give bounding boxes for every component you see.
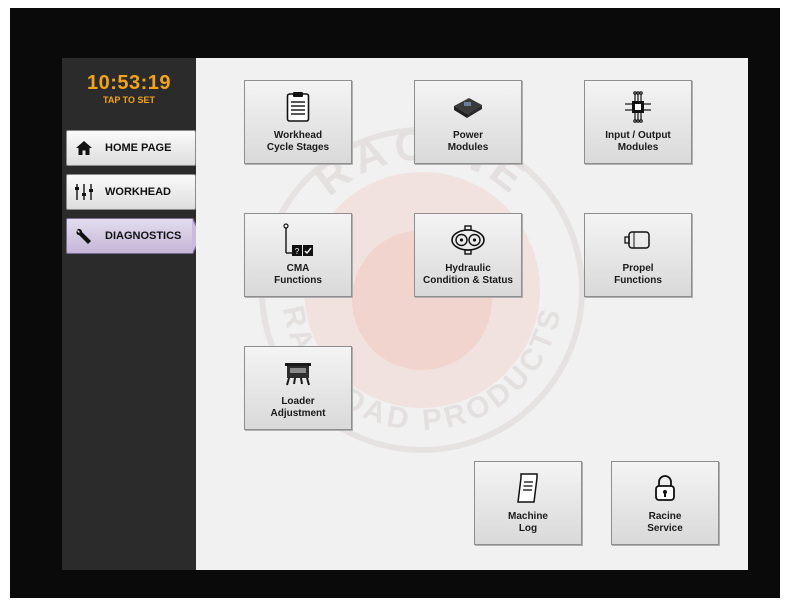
cma-switch-icon: ? (245, 222, 351, 258)
tile-label: Machine Log (507, 511, 548, 534)
nav-workhead[interactable]: WORKHEAD (66, 174, 196, 210)
display-bezel: 10:53:19 TAP TO SET HOME PAGE WORKHEAD D… (10, 8, 780, 598)
racine-service-button[interactable]: Racine Service (611, 461, 719, 545)
svg-text:?: ? (295, 247, 300, 256)
input-output-modules-button[interactable]: Input / Output Modules (584, 80, 692, 164)
hydraulic-pump-icon (415, 222, 521, 258)
tile-label: Loader Adjustment (270, 396, 326, 419)
nav-label-diagnostics: DIAGNOSTICS (105, 230, 182, 242)
padlock-icon (612, 470, 718, 506)
tap-to-set-label[interactable]: TAP TO SET (62, 94, 196, 106)
nav-label-home-page: HOME PAGE (105, 142, 172, 154)
hmi-screen: 10:53:19 TAP TO SET HOME PAGE WORKHEAD D… (62, 58, 748, 570)
workhead-cycle-stages-button[interactable]: Workhead Cycle Stages (244, 80, 352, 164)
io-chip-icon (585, 89, 691, 125)
tile-label: CMA Functions (274, 263, 322, 286)
wrench-icon (69, 227, 99, 245)
tile-label: Input / Output Modules (605, 130, 671, 153)
home-icon (69, 140, 99, 156)
tile-label: Propel Functions (614, 263, 662, 286)
scroll-log-icon (475, 470, 581, 506)
propel-motor-icon (585, 222, 691, 258)
sliders-icon (69, 183, 99, 201)
cma-functions-button[interactable]: ? CMA Functions (244, 213, 352, 297)
clock-widget[interactable]: 10:53:19 TAP TO SET (62, 72, 196, 106)
sidebar: 10:53:19 TAP TO SET HOME PAGE WORKHEAD D… (62, 58, 203, 570)
tile-label: Hydraulic Condition & Status (423, 263, 513, 286)
loader-adjustment-button[interactable]: Loader Adjustment (244, 346, 352, 430)
machine-log-button[interactable]: Machine Log (474, 461, 582, 545)
hydraulic-condition-status-button[interactable]: Hydraulic Condition & Status (414, 213, 522, 297)
power-modules-button[interactable]: Power Modules (414, 80, 522, 164)
power-module-icon (415, 89, 521, 125)
tile-label: Racine Service (647, 511, 683, 534)
nav-home-page[interactable]: HOME PAGE (66, 130, 196, 166)
clock-time[interactable]: 10:53:19 (62, 72, 196, 94)
loader-icon (245, 355, 351, 391)
nav-diagnostics[interactable]: DIAGNOSTICS (66, 218, 203, 254)
tile-label: Workhead Cycle Stages (266, 130, 330, 153)
tile-label: Power Modules (447, 130, 489, 153)
diagnostics-panel: RACINE RAILROAD PRODUCTS Workhead Cycle … (196, 58, 748, 570)
propel-functions-button[interactable]: Propel Functions (584, 213, 692, 297)
clipboard-icon (245, 89, 351, 125)
nav-label-workhead: WORKHEAD (105, 186, 171, 198)
